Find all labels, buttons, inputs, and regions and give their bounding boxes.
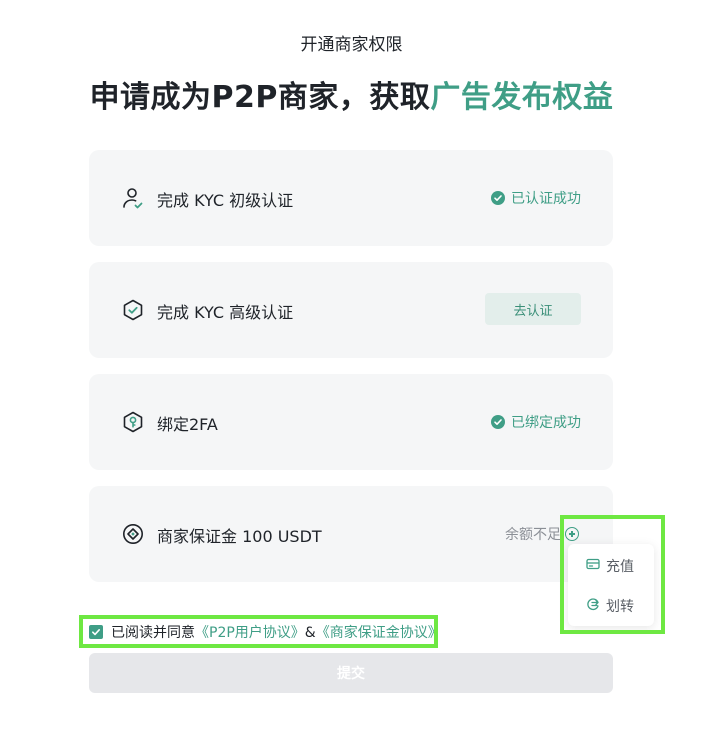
diamond-coin-icon bbox=[121, 522, 145, 546]
p2p-user-agreement-link[interactable]: 《P2P用户协议》 bbox=[195, 625, 305, 641]
status-verified: 已认证成功 bbox=[491, 188, 581, 208]
menu-item-transfer[interactable]: 划转 bbox=[586, 596, 634, 616]
check-circle-icon bbox=[491, 191, 505, 205]
menu-item-label: 充值 bbox=[606, 559, 634, 575]
status-text: 已认证成功 bbox=[511, 191, 581, 207]
menu-item-label: 划转 bbox=[606, 599, 634, 615]
headline-main: 申请成为P2P商家，获取 bbox=[89, 80, 431, 115]
deposit-card-icon bbox=[586, 557, 600, 575]
status-text: 已绑定成功 bbox=[511, 415, 581, 431]
agreement-checkbox[interactable] bbox=[89, 625, 103, 639]
submit-button[interactable]: 提交 bbox=[89, 653, 613, 693]
step-label: 完成 KYC 初级认证 bbox=[157, 191, 294, 210]
agreement-row: 已阅读并同意《P2P用户协议》&《商家保证金协议》 bbox=[89, 622, 442, 642]
page-title: 开通商家权限 bbox=[300, 35, 403, 55]
status-text: 余额不足 bbox=[505, 527, 561, 543]
headline: 申请成为P2P商家，获取广告发布权益 bbox=[0, 72, 703, 116]
headline-accent: 广告发布权益 bbox=[430, 80, 614, 115]
merchant-deposit-agreement-link[interactable]: 《商家保证金协议》 bbox=[316, 625, 442, 641]
step-label: 商家保证金 100 USDT bbox=[157, 527, 322, 546]
deposit-popup-menu: 充值 划转 bbox=[568, 544, 654, 626]
insufficient-balance: 余额不足 bbox=[505, 524, 579, 544]
step-label: 完成 KYC 高级认证 bbox=[157, 303, 294, 322]
check-circle-icon bbox=[491, 415, 505, 429]
transfer-icon bbox=[586, 597, 600, 615]
go-verify-button[interactable]: 去认证 bbox=[485, 293, 581, 325]
step-card-2fa: 绑定2FA 已绑定成功 bbox=[89, 374, 613, 470]
step-card-deposit: 商家保证金 100 USDT 余额不足 bbox=[89, 486, 613, 582]
step-card-kyc-advanced: 完成 KYC 高级认证 去认证 bbox=[89, 262, 613, 358]
shield-key-icon bbox=[121, 410, 145, 434]
user-check-icon bbox=[121, 186, 145, 210]
plus-circle-icon[interactable] bbox=[565, 527, 579, 541]
shield-check-icon bbox=[121, 298, 145, 322]
agreement-prefix: 已阅读并同意 bbox=[111, 625, 195, 641]
menu-item-deposit[interactable]: 充值 bbox=[586, 556, 634, 576]
agreement-separator: & bbox=[304, 625, 316, 641]
status-bound: 已绑定成功 bbox=[491, 412, 581, 432]
step-card-kyc-basic: 完成 KYC 初级认证 已认证成功 bbox=[89, 150, 613, 246]
step-label: 绑定2FA bbox=[157, 415, 218, 434]
